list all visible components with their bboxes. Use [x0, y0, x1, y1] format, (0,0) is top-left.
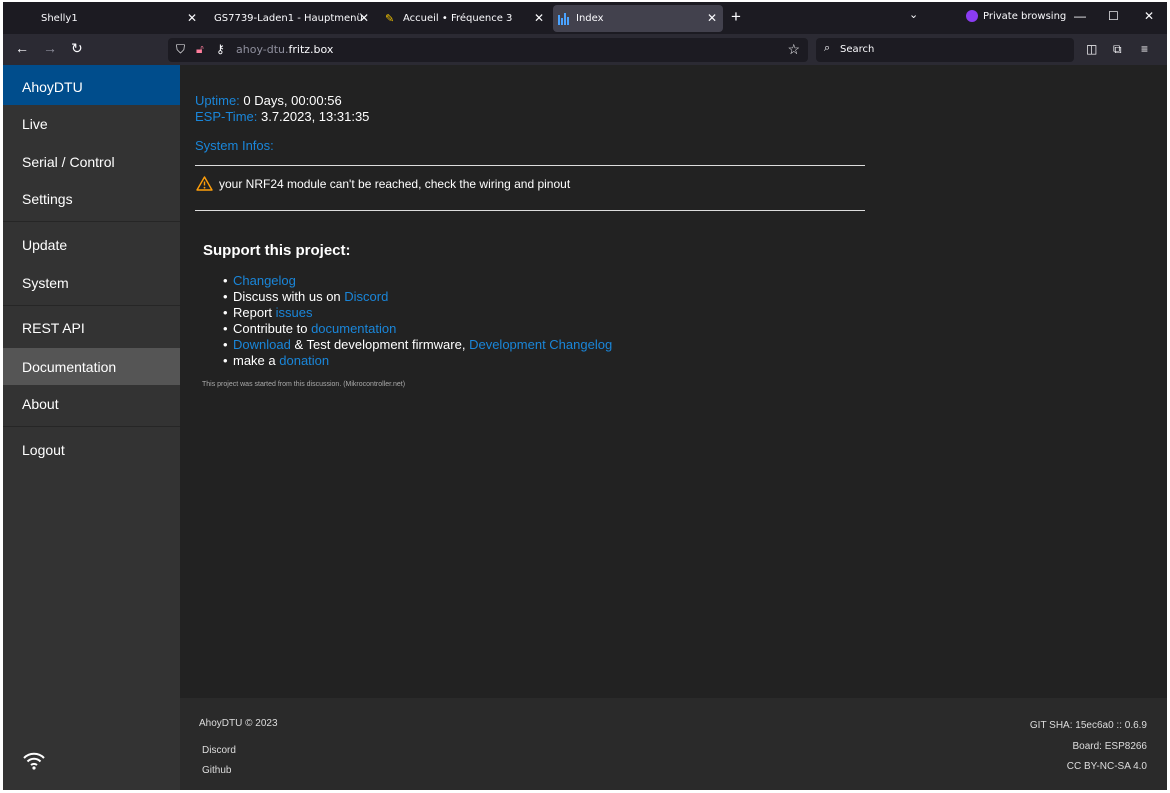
documentation-link[interactable]: documentation	[311, 321, 396, 336]
new-tab-icon[interactable]: +	[731, 7, 741, 27]
issues-link[interactable]: issues	[276, 305, 313, 320]
dev-changelog-link[interactable]: Development Changelog	[469, 337, 612, 352]
bookmark-star-icon[interactable]: ☆	[787, 41, 800, 58]
url-prefix: ahoy-dtu.	[236, 43, 289, 56]
close-tab-icon[interactable]: ✕	[187, 11, 197, 25]
sidebar-toggle-icon[interactable]: ◫	[1086, 42, 1097, 56]
page-footer: AhoyDTU © 2023 Discord Github GIT SHA: 1…	[180, 698, 1167, 790]
search-icon: ⌕	[824, 42, 831, 54]
tab-shelly1[interactable]: Shelly1 ✕	[13, 5, 203, 32]
sidebar-item-about[interactable]: About	[3, 385, 180, 422]
esp-time-row: ESP-Time: 3.7.2023, 13:31:35	[195, 109, 369, 124]
sidebar: AhoyDTU Live Serial / Control Settings U…	[3, 65, 180, 790]
tab-frequence3[interactable]: ✎ Accueil • Fréquence 3 ✕	[375, 5, 550, 32]
tab-index[interactable]: Index ✕	[553, 5, 723, 32]
license-text: CC BY-NC-SA 4.0	[1066, 761, 1147, 772]
list-item: Changelog	[223, 273, 612, 289]
changelog-link[interactable]: Changelog	[233, 273, 296, 288]
tab-title: Shelly1	[41, 13, 78, 24]
tab-title: GS7739-Laden1 - Hauptmenü	[214, 13, 363, 24]
private-browsing-indicator: Private browsing	[966, 10, 1066, 22]
web-page: AhoyDTU Live Serial / Control Settings U…	[3, 65, 1167, 790]
url-domain: fritz.box	[288, 43, 334, 56]
list-item: Report issues	[223, 305, 612, 321]
list-item: Download & Test development firmware, De…	[223, 337, 612, 353]
download-link[interactable]: Download	[233, 337, 291, 352]
list-tabs-chevron-icon[interactable]: ⌄	[909, 8, 918, 21]
list-item: Discuss with us on Discord	[223, 289, 612, 305]
forward-arrow-icon[interactable]: →	[43, 40, 57, 56]
tab-bar: Shelly1 ✕ GS7739-Laden1 - Hauptmenü ✕ ✎ …	[3, 2, 1167, 34]
sidebar-divider	[3, 426, 180, 427]
sidebar-item-settings[interactable]: Settings	[3, 180, 180, 217]
system-infos-link[interactable]: System Infos:	[195, 138, 274, 153]
search-input[interactable]: ⌕ Search	[816, 38, 1074, 62]
menu-icon[interactable]: ≡	[1141, 42, 1148, 56]
discord-link[interactable]: Discord	[344, 289, 388, 304]
make-a-text: make a	[233, 353, 276, 368]
close-window-icon[interactable]: ✕	[1144, 9, 1154, 23]
browser-window: Shelly1 ✕ GS7739-Laden1 - Hauptmenü ✕ ✎ …	[3, 2, 1167, 790]
private-mask-icon	[966, 10, 978, 22]
reload-icon[interactable]: ↻	[71, 40, 83, 57]
git-sha-version: GIT SHA: 15ec6a0 :: 0.6.9	[1029, 720, 1147, 731]
maximize-icon[interactable]: ☐	[1108, 9, 1119, 23]
sidebar-item-documentation[interactable]: Documentation	[3, 348, 180, 385]
esp-time-label: ESP-Time:	[195, 109, 258, 124]
navigation-toolbar: ← → ↻ ⛉ 🔓︎ ⚷ ahoy-dtu.fritz.box ☆ ⌕ Sear…	[3, 34, 1167, 65]
divider	[195, 210, 865, 211]
close-tab-icon[interactable]: ✕	[534, 11, 544, 25]
tab-gs7739[interactable]: GS7739-Laden1 - Hauptmenü ✕	[203, 5, 375, 32]
report-text: Report	[233, 305, 273, 320]
project-origin-note: This project was started from this discu…	[202, 381, 406, 388]
divider	[195, 165, 865, 166]
support-heading: Support this project:	[203, 242, 351, 259]
footer-copyright: AhoyDTU © 2023	[199, 718, 278, 729]
close-tab-icon[interactable]: ✕	[707, 11, 717, 25]
uptime-row: Uptime: 0 Days, 00:00:56	[195, 93, 342, 108]
sidebar-brand[interactable]: AhoyDTU	[3, 65, 180, 105]
list-item: Contribute to documentation	[223, 321, 612, 337]
search-placeholder: Search	[840, 44, 875, 55]
sidebar-item-serial-control[interactable]: Serial / Control	[3, 143, 180, 180]
board-info: Board: ESP8266	[1072, 741, 1148, 752]
sidebar-item-update[interactable]: Update	[3, 226, 180, 263]
uptime-label: Uptime:	[195, 93, 240, 108]
insecure-lock-icon[interactable]: 🔓︎	[196, 42, 204, 57]
url-text[interactable]: ahoy-dtu.fritz.box	[236, 43, 333, 56]
warning-text: your NRF24 module can't be reached, chec…	[219, 176, 571, 191]
uptime-value: 0 Days, 00:00:56	[243, 93, 342, 108]
footer-discord-link[interactable]: Discord	[202, 745, 236, 756]
support-links-list: Changelog Discuss with us on Discord Rep…	[223, 273, 612, 369]
key-icon[interactable]: ⚷	[216, 42, 225, 56]
url-bar[interactable]: ⛉ 🔓︎ ⚷ ahoy-dtu.fritz.box ☆	[168, 38, 808, 62]
sidebar-item-system[interactable]: System	[3, 264, 180, 301]
private-browsing-label: Private browsing	[983, 10, 1067, 22]
pencil-logo-icon: ✎	[385, 11, 395, 25]
sidebar-divider	[3, 305, 180, 306]
tab-title: Index	[576, 13, 604, 24]
donation-link[interactable]: donation	[279, 353, 329, 368]
back-arrow-icon[interactable]: ←	[15, 40, 29, 56]
contribute-text: Contribute to	[233, 321, 308, 336]
sidebar-item-rest-api[interactable]: REST API	[3, 309, 180, 346]
test-dev-text: & Test development firmware,	[294, 337, 466, 352]
list-item: make a donation	[223, 353, 612, 369]
wifi-icon	[23, 752, 45, 770]
shield-icon[interactable]: ⛉	[176, 42, 185, 57]
discuss-text: Discuss with us on	[233, 289, 341, 304]
footer-github-link[interactable]: Github	[202, 765, 231, 776]
sidebar-divider	[3, 221, 180, 222]
extensions-icon[interactable]: ⧉	[1113, 42, 1122, 57]
sidebar-item-logout[interactable]: Logout	[3, 431, 180, 468]
esp-time-value: 3.7.2023, 13:31:35	[260, 109, 370, 124]
warning-icon	[196, 176, 213, 191]
minimize-icon[interactable]: —	[1074, 9, 1086, 23]
nrf24-warning: your NRF24 module can't be reached, chec…	[196, 176, 570, 191]
sidebar-item-live[interactable]: Live	[3, 105, 180, 142]
tab-title: Accueil • Fréquence 3	[403, 13, 513, 24]
close-tab-icon[interactable]: ✕	[359, 11, 369, 25]
bar-chart-favicon	[558, 12, 569, 25]
